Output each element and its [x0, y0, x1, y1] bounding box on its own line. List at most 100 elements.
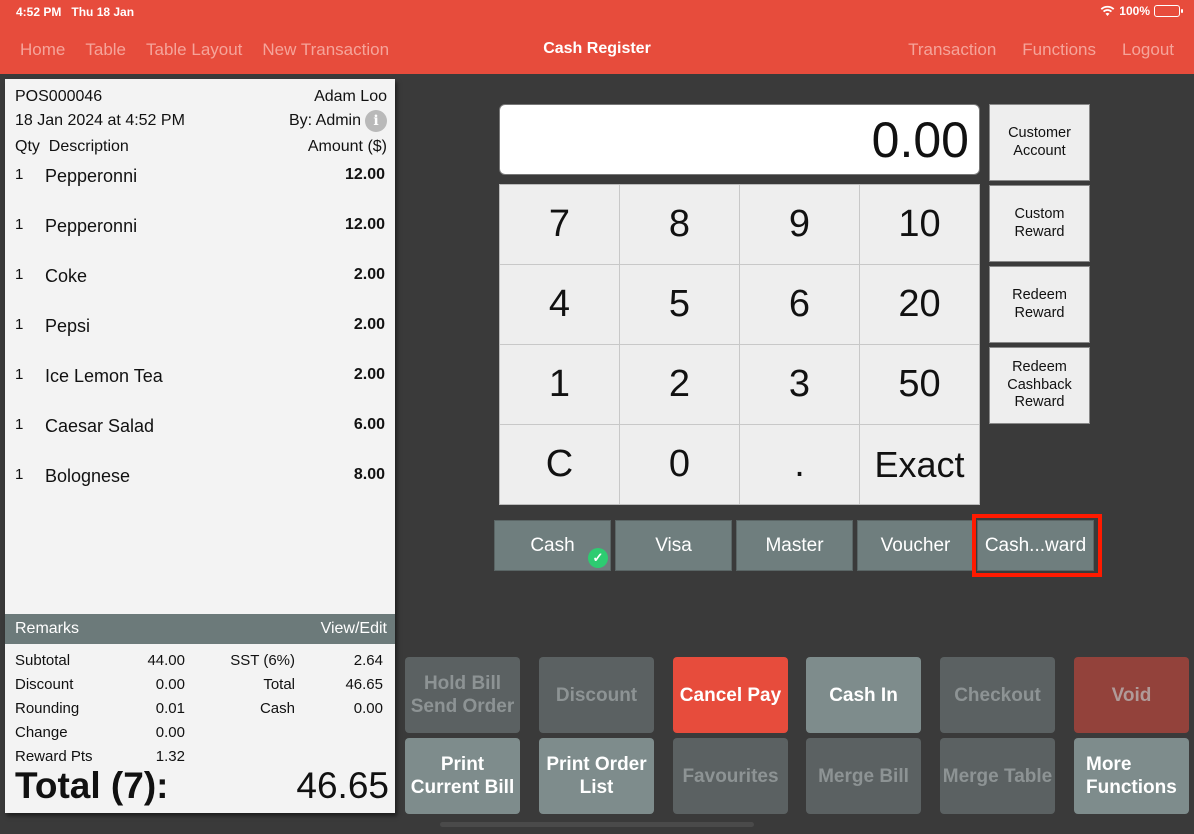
totals-l1: Subtotal [15, 651, 71, 669]
totals-row: Rounding 0.01 Cash 0.00 [15, 696, 387, 720]
info-icon[interactable]: i [365, 110, 387, 132]
item-amount: 8.00 [353, 466, 385, 483]
receipt-panel: POS000046 Adam Loo 18 Jan 2024 at 4:52 PM… [5, 79, 395, 813]
totals-v1: 0.01 [155, 699, 185, 717]
fn-checkout[interactable]: Checkout [940, 657, 1055, 733]
item-qty: 1 [15, 466, 24, 483]
receipt-item[interactable]: 1 Pepperonni 12.00 [15, 213, 385, 263]
nav-bar: Home Table Table Layout New Transaction … [0, 24, 1194, 74]
totals-l2: Cash [259, 699, 295, 717]
fn-merge-table[interactable]: Merge Table [940, 738, 1055, 814]
totals-v1: 0.00 [155, 675, 185, 693]
key-20[interactable]: 20 [860, 265, 979, 344]
totals-v1: 1.32 [155, 747, 185, 765]
battery-percent: 100% [1119, 4, 1150, 18]
item-description: Bolognese [45, 466, 131, 486]
key-9[interactable]: 9 [740, 185, 859, 264]
totals-l1: Change [15, 723, 68, 741]
item-qty: 1 [15, 216, 24, 233]
key-4[interactable]: 4 [500, 265, 619, 344]
payment-voucher[interactable]: Voucher [857, 520, 974, 571]
key-1[interactable]: 1 [500, 345, 619, 424]
item-description: Pepperonni [45, 216, 138, 236]
key-c[interactable]: C [500, 425, 619, 504]
fn-favourites[interactable]: Favourites [673, 738, 788, 814]
key-decimal[interactable]: . [740, 425, 859, 504]
fn-cancel-pay[interactable]: Cancel Pay [673, 657, 788, 733]
remarks-label: Remarks [15, 620, 80, 637]
status-bar: 4:52 PM Thu 18 Jan 100% [0, 0, 1194, 24]
item-qty: 1 [15, 416, 24, 433]
fn-print-current-bill[interactable]: Print Current Bill [405, 738, 520, 814]
key-3[interactable]: 3 [740, 345, 859, 424]
status-time-date: 4:52 PM Thu 18 Jan [16, 5, 135, 19]
fn-void[interactable]: Void [1074, 657, 1189, 733]
fn-discount[interactable]: Discount [539, 657, 654, 733]
totals-l1: Reward Pts [15, 747, 93, 765]
key-7[interactable]: 7 [500, 185, 619, 264]
totals-v1: 44.00 [147, 651, 185, 669]
totals-v2: 46.65 [345, 675, 383, 693]
item-list: 1 Pepperonni 12.00 1 Pepperonni 12.00 1 Coke 2.0… [15, 163, 385, 513]
item-amount: 12.00 [344, 166, 385, 183]
order-number: POS000046 [15, 88, 103, 105]
wifi-icon [1100, 5, 1115, 16]
totals-row: Subtotal 44.00 SST (6%) 2.64 [15, 648, 387, 672]
payment-cash[interactable]: Cash ✓ [494, 520, 611, 571]
totals-v2: 2.64 [353, 651, 383, 669]
remarks-view-edit[interactable]: View/Edit [321, 620, 387, 638]
totals-row: Discount 0.00 Total 46.65 [15, 672, 387, 696]
grand-total: Total (7): 46.65 [15, 765, 389, 807]
receipt-item[interactable]: 1 Bolognese 8.00 [15, 463, 385, 513]
totals-l1: Rounding [15, 699, 80, 717]
receipt-item[interactable]: 1 Caesar Salad 6.00 [15, 413, 385, 463]
receipt-item[interactable]: 1 Pepsi 2.00 [15, 313, 385, 363]
totals-l1: Discount [15, 675, 74, 693]
key-50[interactable]: 50 [860, 345, 979, 424]
payment-label: Cash [530, 534, 575, 556]
payment-master[interactable]: Master [736, 520, 853, 571]
side-button-redeem-cashback-reward[interactable]: Redeem Cashback Reward [989, 347, 1090, 424]
nav-logout[interactable]: Logout [1122, 40, 1174, 60]
key-8[interactable]: 8 [620, 185, 739, 264]
key-10[interactable]: 10 [860, 185, 979, 264]
grand-total-value: 46.65 [296, 765, 389, 806]
key-0[interactable]: 0 [620, 425, 739, 504]
side-button-customer-account[interactable]: Customer Account [989, 104, 1090, 181]
fn-more-functions[interactable]: More Functions [1074, 738, 1189, 814]
item-description: Pepsi [45, 316, 91, 336]
item-amount: 2.00 [353, 366, 385, 383]
side-button-redeem-reward[interactable]: Redeem Reward [989, 266, 1090, 343]
fn-merge-bill[interactable]: Merge Bill [806, 738, 921, 814]
item-description: Ice Lemon Tea [45, 366, 163, 386]
receipt-item[interactable]: 1 Coke 2.00 [15, 263, 385, 313]
item-qty: 1 [15, 316, 24, 333]
col-description: Description [48, 138, 129, 155]
home-indicator [440, 822, 754, 827]
totals-l2: SST (6%) [230, 651, 295, 669]
receipt-item[interactable]: 1 Pepperonni 12.00 [15, 163, 385, 213]
remarks-bar[interactable]: Remarks View/Edit [5, 614, 395, 644]
totals-v2: 0.00 [353, 699, 383, 717]
totals-l2: Total [263, 675, 295, 693]
totals-v1: 0.00 [155, 723, 185, 741]
fn-hold-bill-send-order[interactable]: Hold Bill Send Order [405, 657, 520, 733]
side-button-custom-reward[interactable]: Custom Reward [989, 185, 1090, 262]
key-2[interactable]: 2 [620, 345, 739, 424]
item-description: Pepperonni [45, 166, 138, 186]
receipt-item[interactable]: 1 Ice Lemon Tea 2.00 [15, 363, 385, 413]
order-datetime: 18 Jan 2024 at 4:52 PM [15, 112, 185, 129]
payment-label: Voucher [880, 534, 951, 556]
item-description: Coke [45, 266, 88, 286]
key-6[interactable]: 6 [740, 265, 859, 344]
nav-transaction[interactable]: Transaction [908, 40, 996, 60]
payment-visa[interactable]: Visa [615, 520, 732, 571]
amount-display: 0.00 [499, 104, 980, 175]
fn-cash-in[interactable]: Cash In [806, 657, 921, 733]
battery-icon [1154, 5, 1183, 17]
key-5[interactable]: 5 [620, 265, 739, 344]
item-amount: 12.00 [344, 216, 385, 233]
fn-print-order-list[interactable]: Print Order List [539, 738, 654, 814]
nav-functions[interactable]: Functions [1022, 40, 1096, 60]
key-exact[interactable]: Exact [860, 425, 979, 504]
